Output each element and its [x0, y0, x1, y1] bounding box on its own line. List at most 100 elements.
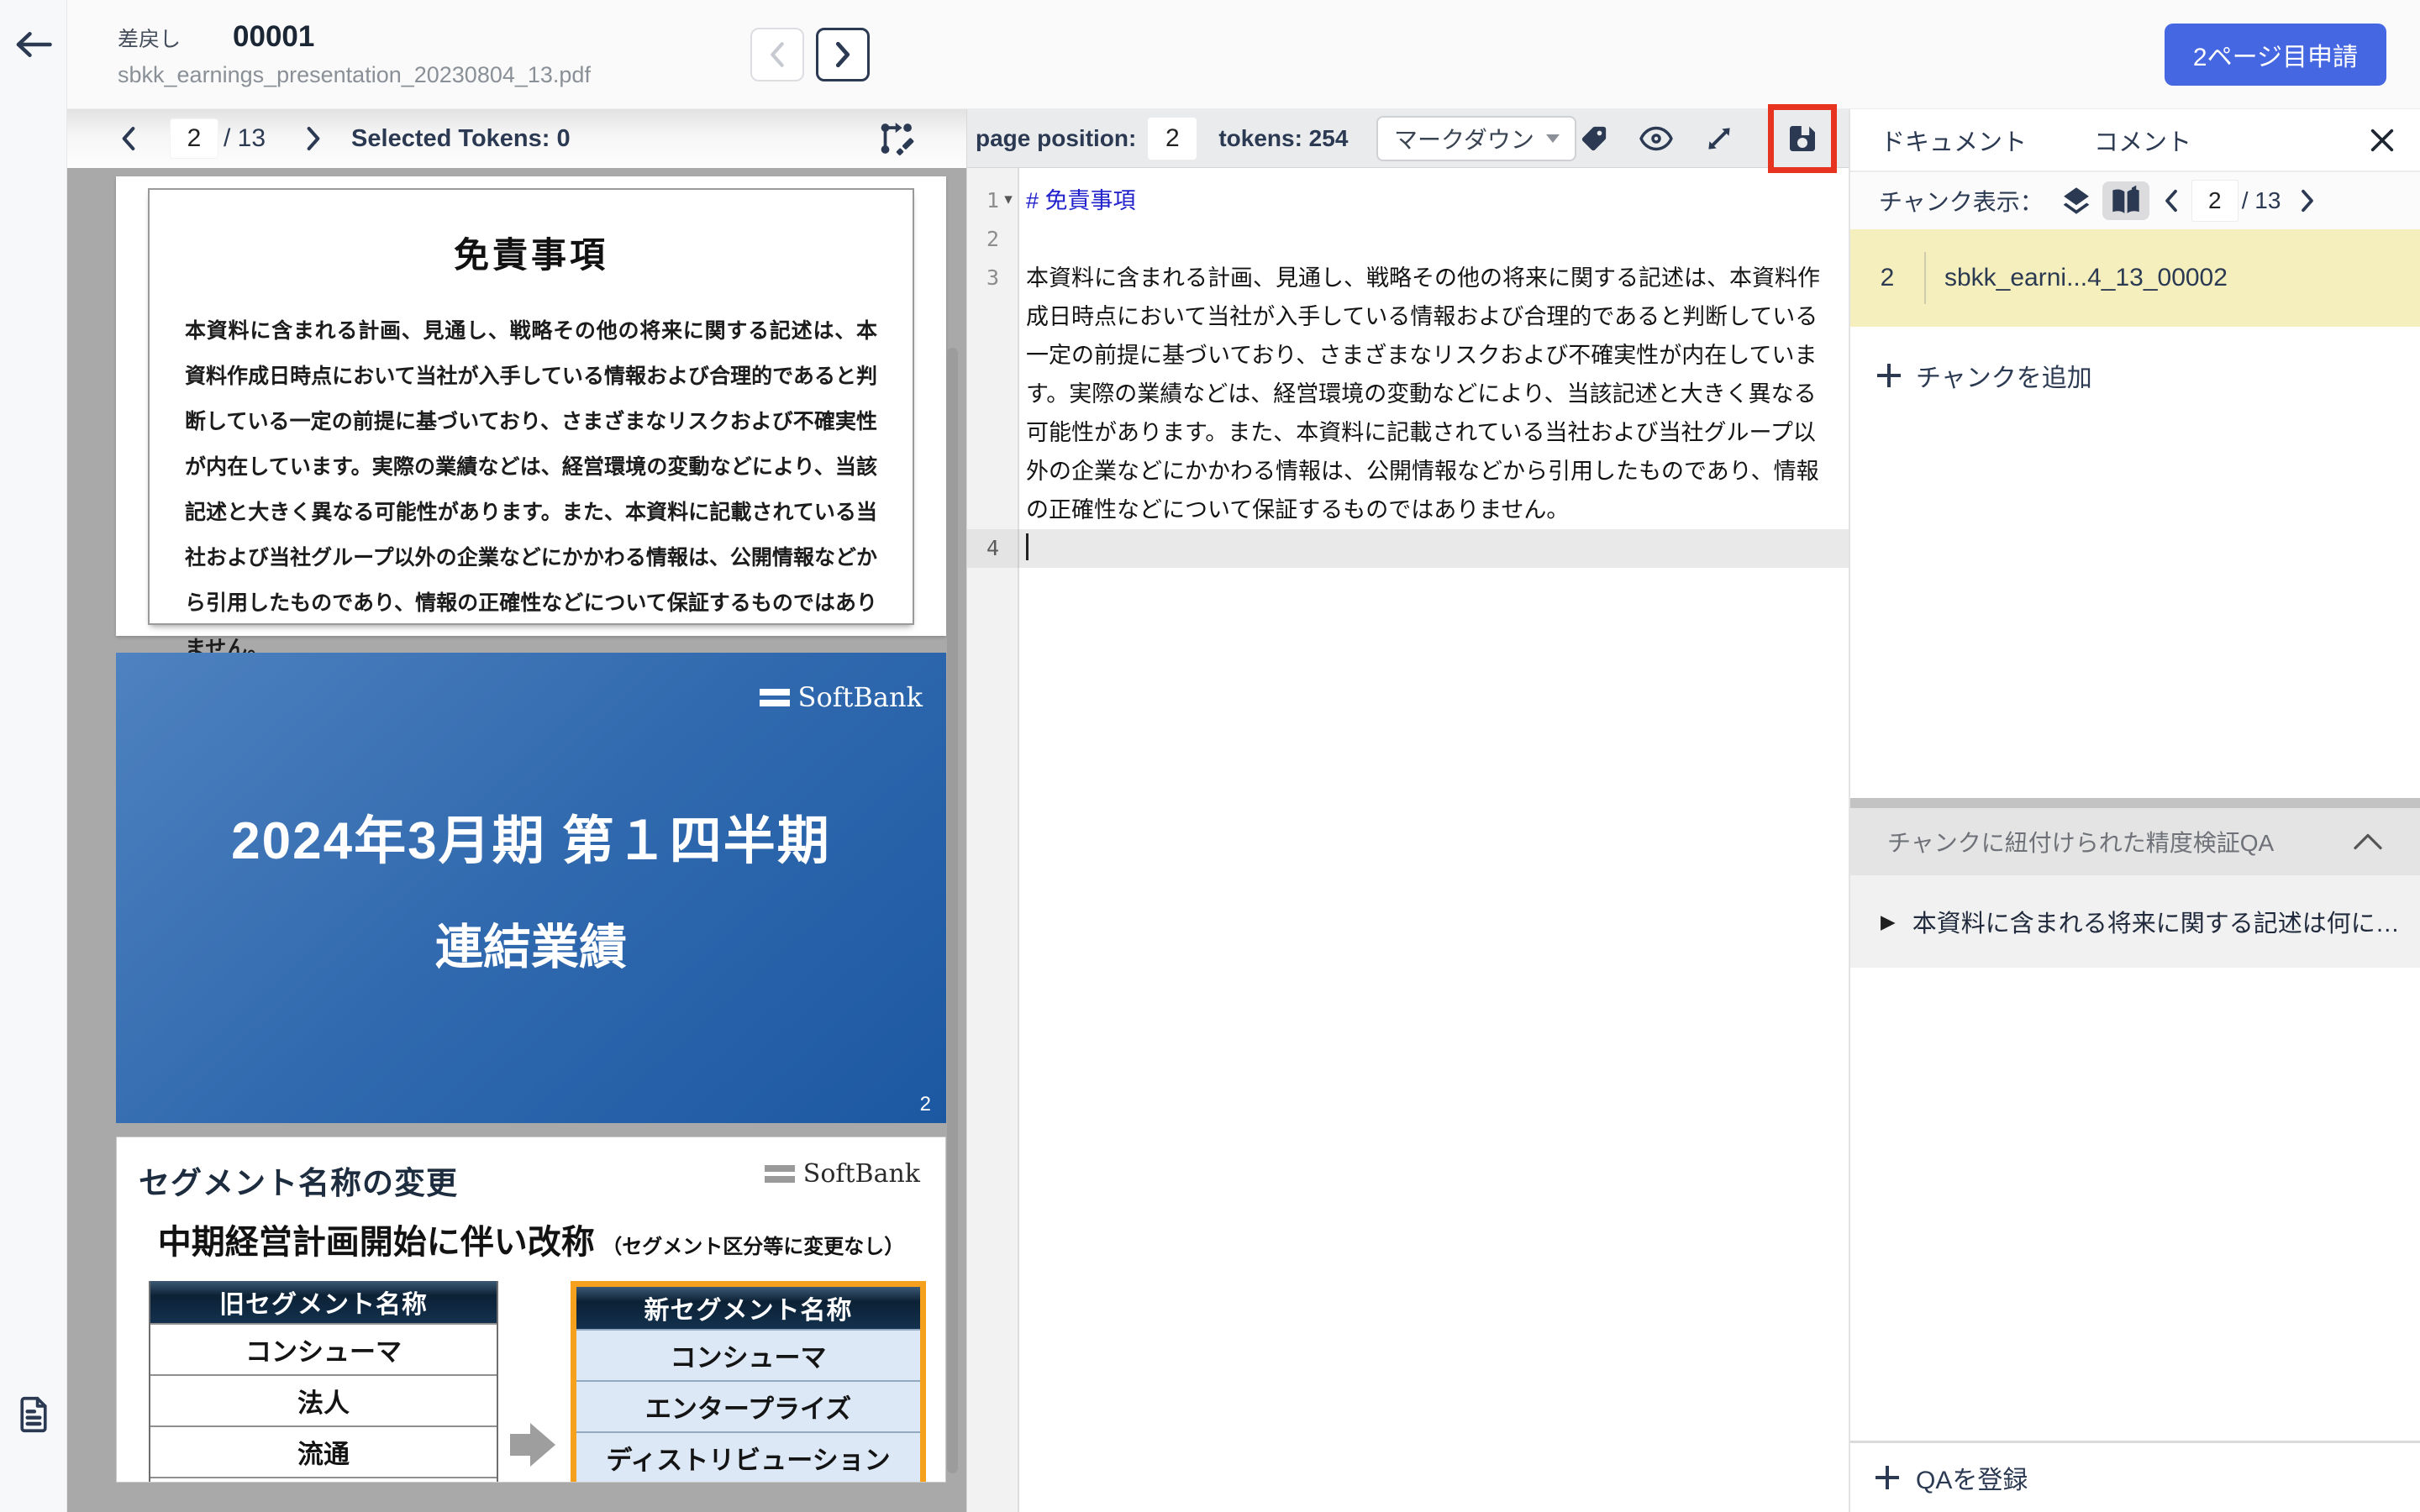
line-gutter: 2 [967, 220, 1019, 259]
tab-document[interactable]: ドキュメント [1881, 123, 2027, 158]
segment-slide-title: セグメント名称の変更 [139, 1166, 458, 1200]
editor-line: 3 本資料に含まれる計画、見通し、戦略その他の将来に関する記述は、本資料作成日時… [967, 259, 1849, 529]
line-number: 2 [986, 227, 999, 251]
new-segment-table-header: 新セグメント名称 [576, 1287, 920, 1329]
editor-padding-row [967, 168, 1849, 181]
tag-icon [1581, 126, 1607, 150]
dropdown-caret-icon [1545, 134, 1560, 143]
panel-spacer [1850, 424, 2420, 798]
code-text[interactable]: # 免責事項 [1019, 181, 1849, 220]
annotate-tokens-button[interactable] [876, 119, 914, 158]
pdf-scroll-area[interactable]: 免責事項 本資料に含まれる計画、見通し、戦略その他の将来に関する記述は、本資料作… [67, 168, 966, 1512]
chunk-next-button[interactable] [2299, 188, 2316, 213]
page-next-button[interactable] [304, 125, 323, 152]
collapse-button[interactable] [2353, 832, 2383, 851]
fullscreen-button[interactable] [1704, 123, 1734, 154]
chevron-up-icon [2354, 833, 2382, 850]
open-book-icon [2112, 185, 2139, 213]
old-segment-table: 旧セグメント名称 コンシューマ 法人 流通 [149, 1281, 498, 1482]
text-cursor [1026, 533, 1028, 560]
tag-button[interactable] [1580, 124, 1608, 153]
document-filename: sbkk_earnings_presentation_20230804_13.p… [118, 62, 591, 87]
editor-line: 2 [967, 220, 1849, 259]
page-prev-button[interactable] [119, 125, 138, 152]
preview-button[interactable] [1639, 125, 1674, 152]
page-number-input[interactable]: 2 [170, 118, 218, 159]
eye-icon [1639, 126, 1673, 150]
format-mode-value: マークダウン [1393, 126, 1534, 153]
chevron-right-icon [2302, 189, 2314, 213]
content-row: 2 / 13 Selected Tokens: 0 免責事項 本資料に含まれる計… [67, 103, 2420, 1512]
page-position-label: page position: [976, 124, 1137, 151]
prev-document-button[interactable] [750, 27, 804, 81]
segment-subtitle: 中期経営計画開始に伴い改称 （セグメント区分等に変更なし） [117, 1215, 945, 1263]
chunk-list-item-selected[interactable]: 2 sbkk_earni...4_13_00002 [1850, 229, 2420, 327]
format-mode-dropdown[interactable]: マークダウン [1376, 115, 1577, 161]
save-icon [1790, 125, 1815, 151]
qa-list-item[interactable]: 本資料に含まれる将来に関する記述は何に… [1850, 875, 2420, 968]
book-view-button[interactable] [2102, 181, 2149, 220]
qa-question-text: 本資料に含まれる将来に関する記述は何に… [1912, 911, 2400, 937]
code-text[interactable]: 本資料に含まれる計画、見通し、戦略その他の将来に関する記述は、本資料作成日時点に… [1019, 259, 1849, 529]
pdf-viewer-panel: 2 / 13 Selected Tokens: 0 免責事項 本資料に含まれる計… [67, 109, 966, 1512]
cover-slide-title-line2: 連結業績 [435, 921, 627, 974]
save-button[interactable] [1786, 122, 1819, 155]
pdf-page-cover-slide: SoftBank 2024年3月期 第１四半期 連結業績 2 [116, 653, 946, 1123]
add-chunk-button[interactable]: チャンクを追加 [1850, 327, 2420, 424]
layers-icon [2063, 187, 2090, 214]
page-position-input[interactable]: 2 [1148, 117, 1197, 160]
line-gutter: 3 [967, 259, 1019, 529]
line-number: 3 [986, 265, 999, 290]
code-text-content: 本資料に含まれる計画、見通し、戦略その他の将来に関する記述は、本資料作成日時点に… [1026, 265, 1820, 522]
chunk-display-label: チャンク表示： [1879, 189, 2044, 215]
chevron-left-icon [2165, 189, 2177, 213]
old-segment-table-header: 旧セグメント名称 [150, 1281, 497, 1323]
document-nav [750, 27, 870, 81]
chunk-prev-button[interactable] [2163, 188, 2180, 213]
softbank-logo-bars-icon [764, 1165, 795, 1183]
line-number: 1 [986, 188, 999, 213]
code-text[interactable] [1019, 220, 1849, 259]
softbank-logo-text: SoftBank [797, 681, 923, 713]
tab-comment[interactable]: コメント [2094, 123, 2191, 158]
chunk-display-toolbar: チャンク表示： 2 / 13 [1850, 172, 2420, 229]
layers-view-button[interactable] [2059, 183, 2094, 218]
table-row: 流通 [150, 1425, 497, 1477]
line-gutter: 1 [967, 181, 1019, 220]
plus-icon [1876, 1466, 1899, 1489]
next-document-button[interactable] [815, 27, 870, 81]
segment-subtitle-main: 中期経営計画開始に伴い改称 [157, 1224, 595, 1261]
viewer-scrollbar-thumb[interactable] [947, 348, 958, 1473]
add-chunk-label: チャンクを追加 [1916, 365, 2092, 392]
document-list-button[interactable] [15, 1394, 52, 1435]
close-panel-button[interactable] [2368, 126, 2396, 155]
qa-section-header[interactable]: チャンクに紐付けられた精度検証QA [1850, 808, 2420, 875]
right-side-panel: ドキュメント コメント チャンク表示： 2 / 13 2 sbkk_earni.… [1849, 109, 2420, 1512]
disclaimer-box: 免責事項 本資料に含まれる計画、見通し、戦略その他の将来に関する記述は、本資料作… [148, 188, 914, 660]
submit-page-button[interactable]: 2ページ目申請 [2164, 23, 2386, 86]
cover-slide-title-line1: 2024年3月期 第１四半期 [231, 812, 831, 870]
right-arrow-icon [510, 1423, 559, 1467]
editor-actions [1580, 103, 1837, 173]
pdf-page-segment-slide: セグメント名称の変更 SoftBank 中期経営計画開始に伴い改称 （セグメント… [116, 1137, 946, 1483]
fold-caret-icon[interactable] [999, 181, 1018, 220]
chevron-right-icon [835, 41, 850, 67]
qa-section-title: チャンクに紐付けられた精度検証QA [1887, 830, 2275, 856]
code-editor[interactable]: 1 # 免責事項 2 [967, 168, 1849, 1512]
disclaimer-title: 免責事項 [453, 235, 608, 275]
expand-triangle-icon [1881, 911, 1896, 933]
back-button[interactable] [13, 29, 54, 60]
chunk-divider [1924, 252, 1926, 304]
editor-active-line: 4 [967, 529, 1849, 568]
slide-page-number: 2 [919, 1093, 931, 1116]
code-text[interactable] [1019, 529, 1849, 568]
plus-icon [1877, 364, 1901, 387]
panel-spacer [1850, 968, 2420, 1441]
table-row: コンシューマ [576, 1329, 920, 1380]
register-qa-button[interactable]: QAを登録 [1850, 1441, 2420, 1512]
segment-tables: 旧セグメント名称 コンシューマ 法人 流通 新セグメント名称 コンシューマ エン… [149, 1281, 926, 1482]
chunk-number-input[interactable]: 2 [2191, 180, 2238, 222]
left-rail [0, 0, 67, 1512]
segment-subtitle-note: （セグメント区分等に変更なし） [602, 1236, 905, 1258]
table-row: 法人 [150, 1374, 497, 1425]
